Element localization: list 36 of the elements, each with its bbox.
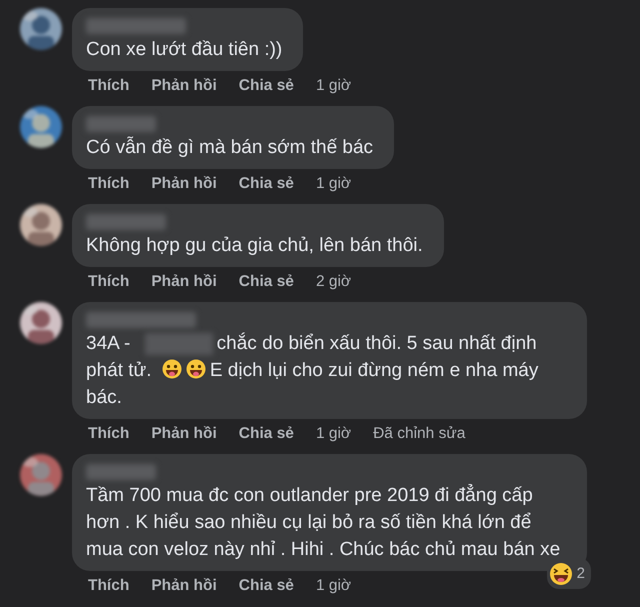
grinning-tongue-emoji-icon: [162, 359, 182, 379]
action-link[interactable]: Chia sẻ: [238, 273, 294, 291]
laughing-emoji-icon: [548, 562, 573, 586]
action-link[interactable]: Chia sẻ: [238, 175, 294, 193]
action-link[interactable]: Chia sẻ: [238, 77, 294, 95]
action-link[interactable]: Phản hồi: [151, 175, 217, 193]
comment-text: Tầm 700 mua đc con outlander pre 2019 đi đẳng cấp hơn . K hiểu sao nhiều cụ lại bỏ ra số tiền khá lớn để mua con veloz này nhỉ . Hihi . Chúc bác chủ mau bán xe: [86, 485, 560, 560]
comment-time: 1 giờ: [316, 175, 352, 193]
action-link[interactable]: Thích: [88, 425, 130, 443]
action-link[interactable]: Phản hồi: [151, 425, 217, 443]
comment-time: 1 giờ: [316, 577, 352, 595]
comment-text: bác.: [86, 387, 122, 408]
action-link[interactable]: Phản hồi: [151, 77, 217, 95]
comment-time: 1 giờ: [316, 77, 352, 95]
action-link[interactable]: Phản hồi: [151, 273, 217, 291]
comment-time: 2 giờ: [316, 273, 352, 291]
action-link[interactable]: Thích: [88, 175, 130, 193]
reaction-badge[interactable]: 2: [546, 558, 591, 589]
action-link[interactable]: Thích: [88, 273, 130, 291]
comment-text: Không hợp gu của gia chủ, lên bán thôi.: [86, 235, 423, 256]
reaction-count: 2: [576, 564, 585, 584]
comment-time: 1 giờ: [316, 425, 352, 443]
grinning-tongue-emoji-icon: [186, 359, 206, 379]
edited-label: Đã chỉnh sửa: [373, 425, 466, 443]
action-link[interactable]: Phản hồi: [151, 577, 217, 595]
comment-text: E dịch lụi cho zui đừng ném e nha máy: [210, 360, 538, 381]
action-link[interactable]: Chia sẻ: [238, 425, 294, 443]
redacted-text: [144, 332, 213, 355]
comment-text: Con xe lướt đầu tiên :)): [86, 39, 282, 60]
action-link[interactable]: Thích: [88, 77, 130, 95]
comment-text: chắc do biển xấu thôi. 5 sau nhất định: [216, 333, 537, 354]
comment-text: phát tử.: [86, 360, 152, 381]
action-link[interactable]: Thích: [88, 577, 130, 595]
action-link[interactable]: Chia sẻ: [238, 577, 294, 595]
comment-text: Có vẫn đề gì mà bán sớm thế bác: [86, 137, 374, 158]
comment-text: 34A -: [86, 333, 130, 354]
